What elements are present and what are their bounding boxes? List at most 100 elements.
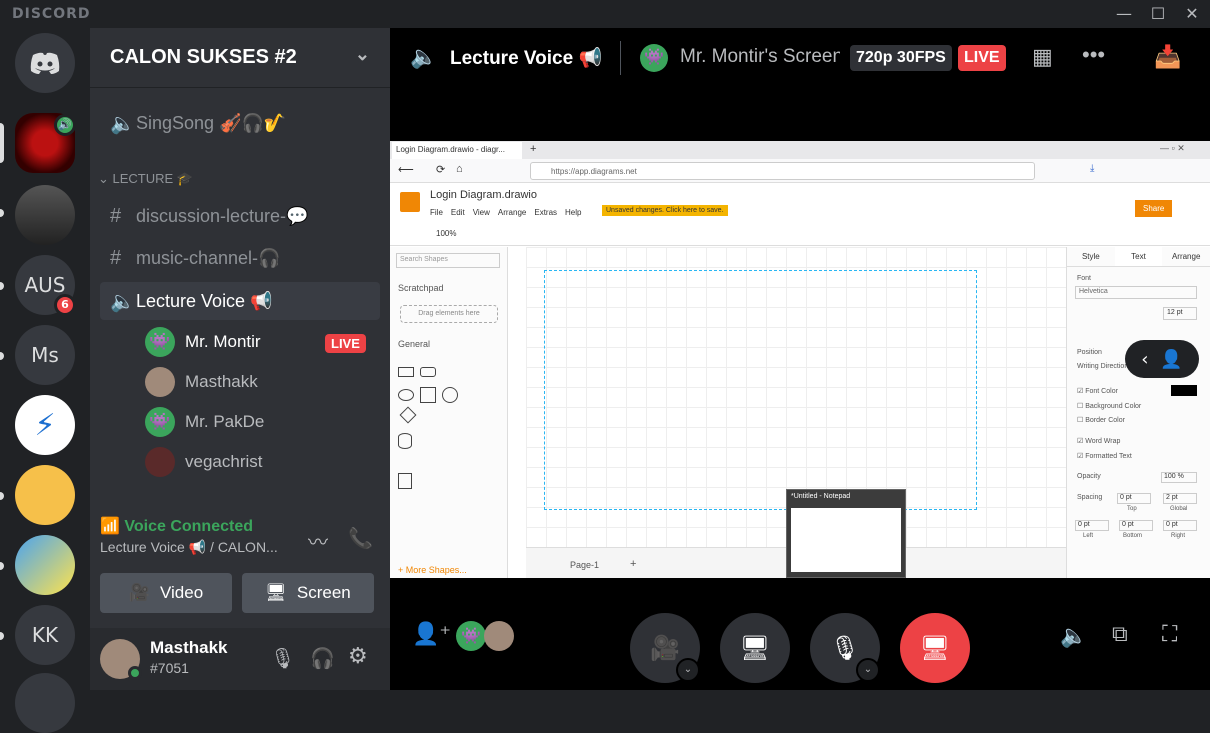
reload-icon[interactable]: ⟳ — [436, 163, 445, 176]
disconnect-icon[interactable]: 📞 — [348, 526, 373, 550]
format-tabs: Style Text Arrange — [1067, 247, 1210, 267]
diamond-shape-icon[interactable] — [399, 406, 417, 424]
back-icon[interactable]: ⟵ — [398, 163, 414, 176]
server-partial[interactable] — [15, 673, 75, 733]
menu-file[interactable]: File — [430, 208, 443, 217]
spacing-global-input[interactable]: 2 pt — [1163, 493, 1197, 504]
more-options-icon[interactable]: ••• — [1082, 42, 1105, 68]
zoom-level[interactable]: 100% — [436, 229, 456, 238]
add-user-icon[interactable]: 👤⁺ — [412, 622, 451, 647]
tab-style[interactable]: Style — [1067, 247, 1115, 266]
notepad-thumbnail[interactable]: *Untitled - Notepad — [786, 489, 906, 578]
voice-connected-title[interactable]: 📶 Voice Connected — [100, 516, 380, 536]
menu-edit[interactable]: Edit — [451, 208, 465, 217]
chevron-down-icon[interactable]: ⌄ — [355, 44, 370, 65]
background-color-checkbox[interactable]: ☐ Background Color — [1077, 402, 1141, 410]
circle-shape-icon[interactable] — [442, 387, 458, 403]
url-bar[interactable]: https://app.diagrams.net — [530, 162, 1035, 180]
tab-text[interactable]: Text — [1114, 247, 1163, 266]
ellipse-shape-icon[interactable] — [398, 389, 414, 401]
unread-indicator — [0, 492, 4, 500]
new-tab-icon[interactable]: + — [530, 143, 536, 155]
channel-singsong[interactable]: 🔈 SingSong 🎻🎧🎷 — [100, 104, 380, 142]
voice-user-vegachrist[interactable]: vegachrist — [145, 444, 262, 480]
minimize-icon[interactable]: — — [1114, 4, 1134, 24]
cylinder-shape-icon[interactable] — [398, 433, 412, 449]
font-color-swatch[interactable] — [1171, 385, 1197, 396]
download-icon[interactable]: ⤓ — [1090, 163, 1094, 174]
popout-icon[interactable]: ⧉ — [1112, 622, 1128, 647]
avatar: 👾 — [145, 327, 175, 357]
server-kk[interactable]: KK — [15, 605, 75, 665]
maximize-icon[interactable]: ☐ — [1148, 4, 1168, 24]
document-title[interactable]: Login Diagram.drawio — [430, 189, 537, 201]
voice-connected-subtitle[interactable]: Lecture Voice 📢 / CALON... — [100, 539, 380, 556]
close-icon[interactable]: ✕ — [1182, 4, 1202, 24]
channel-music[interactable]: # music-channel-🎧 — [100, 239, 380, 277]
font-family-select[interactable]: Helvetica — [1075, 286, 1197, 299]
microphone-icon[interactable]: 🎙 — [270, 646, 295, 670]
menu-extras[interactable]: Extras — [534, 208, 557, 217]
window-controls[interactable]: — ▫ ✕ — [1160, 143, 1185, 154]
word-wrap-checkbox[interactable]: ☑ Word Wrap — [1077, 437, 1120, 445]
headphones-icon[interactable]: 🎧 — [310, 646, 335, 670]
opacity-input[interactable]: 100 % — [1161, 472, 1197, 483]
channel-lecture-voice[interactable]: 🔈 Lecture Voice 📢 — [100, 282, 380, 320]
voice-user-mr-pakde[interactable]: 👾 Mr. PakDe — [145, 404, 264, 440]
general-section[interactable]: General — [398, 339, 430, 349]
volume-icon[interactable]: 🔈 — [1060, 624, 1087, 649]
rounded-rect-shape-icon[interactable] — [420, 367, 436, 377]
username: Masthakk — [150, 638, 228, 657]
voice-user-masthakk[interactable]: Masthakk — [145, 364, 258, 400]
shared-screen[interactable]: Login Diagram.drawio - diagr... + — ▫ ✕ … — [390, 141, 1210, 578]
screen-share-button[interactable]: 🖥 — [720, 613, 790, 683]
rectangle-shape-icon[interactable] — [398, 367, 414, 377]
search-shapes-input[interactable]: Search Shapes — [396, 253, 500, 268]
spacing-right-input[interactable]: 0 pt — [1163, 520, 1197, 531]
unsaved-changes-notice[interactable]: Unsaved changes. Click here to save. — [602, 205, 728, 216]
home-icon[interactable]: ⌂ — [456, 163, 463, 175]
formatted-text-checkbox[interactable]: ☑ Formatted Text — [1077, 452, 1132, 460]
drag-elements-here[interactable]: Drag elements here — [400, 305, 498, 323]
share-button[interactable]: Share — [1135, 200, 1173, 217]
chevron-down-icon[interactable]: ⌄ — [676, 658, 700, 682]
inbox-icon[interactable]: 📥 — [1154, 44, 1181, 70]
video-button[interactable]: 🎥 Video — [100, 573, 232, 613]
chevron-down-icon[interactable]: ⌄ — [856, 658, 880, 682]
disconnect-button[interactable]: 🖥 — [900, 613, 970, 683]
more-shapes-link[interactable]: + More Shapes... — [398, 565, 467, 575]
note-shape-icon[interactable] — [398, 473, 412, 489]
noise-suppression-icon[interactable]: 〰 — [308, 526, 328, 555]
menu-help[interactable]: Help — [565, 208, 581, 217]
server-lightning[interactable]: ⚡ — [15, 395, 75, 455]
square-shape-icon[interactable] — [420, 387, 436, 403]
font-color-checkbox[interactable]: ☑ Font Color — [1077, 387, 1118, 395]
border-color-checkbox[interactable]: ☐ Border Color — [1077, 416, 1125, 424]
menu-arrange[interactable]: Arrange — [498, 208, 526, 217]
gear-icon[interactable]: ⚙ — [348, 644, 368, 669]
participants-toggle[interactable]: ‹ 👤 — [1125, 340, 1199, 378]
font-size-input[interactable]: 12 pt — [1163, 307, 1197, 320]
tab-arrange[interactable]: Arrange — [1162, 247, 1210, 266]
server-cartoon-girl[interactable] — [15, 465, 75, 525]
guild-header[interactable]: CALON SUKSES #2 ⌄ — [90, 28, 390, 88]
add-page-icon[interactable]: + — [630, 558, 636, 570]
browser-tab[interactable]: Login Diagram.drawio - diagr... — [392, 142, 522, 159]
category-lecture[interactable]: ⌄ LECTURE 🎓 — [98, 171, 193, 187]
menu-view[interactable]: View — [473, 208, 490, 217]
channel-discussion-lecture[interactable]: # discussion-lecture-💬 — [100, 197, 380, 235]
grid-view-icon[interactable]: ▦ — [1032, 44, 1053, 70]
server-pikachu[interactable] — [15, 535, 75, 595]
screen-button[interactable]: 🖥 Screen — [242, 573, 374, 613]
voice-user-mr-montir[interactable]: 👾 Mr. Montir — [145, 324, 261, 360]
scratchpad-section[interactable]: Scratchpad — [398, 283, 444, 293]
spacing-left-input[interactable]: 0 pt — [1075, 520, 1109, 531]
server-ms[interactable]: Ms — [15, 325, 75, 385]
page-tab[interactable]: Page-1 — [570, 560, 599, 570]
server-group-photo[interactable] — [15, 185, 75, 245]
spacing-bottom-input[interactable]: 0 pt — [1119, 520, 1153, 531]
fullscreen-icon[interactable]: ⛶ — [1162, 622, 1177, 647]
home-button[interactable] — [15, 33, 75, 93]
selected-shape[interactable] — [544, 270, 977, 510]
spacing-top-input[interactable]: 0 pt — [1117, 493, 1151, 504]
